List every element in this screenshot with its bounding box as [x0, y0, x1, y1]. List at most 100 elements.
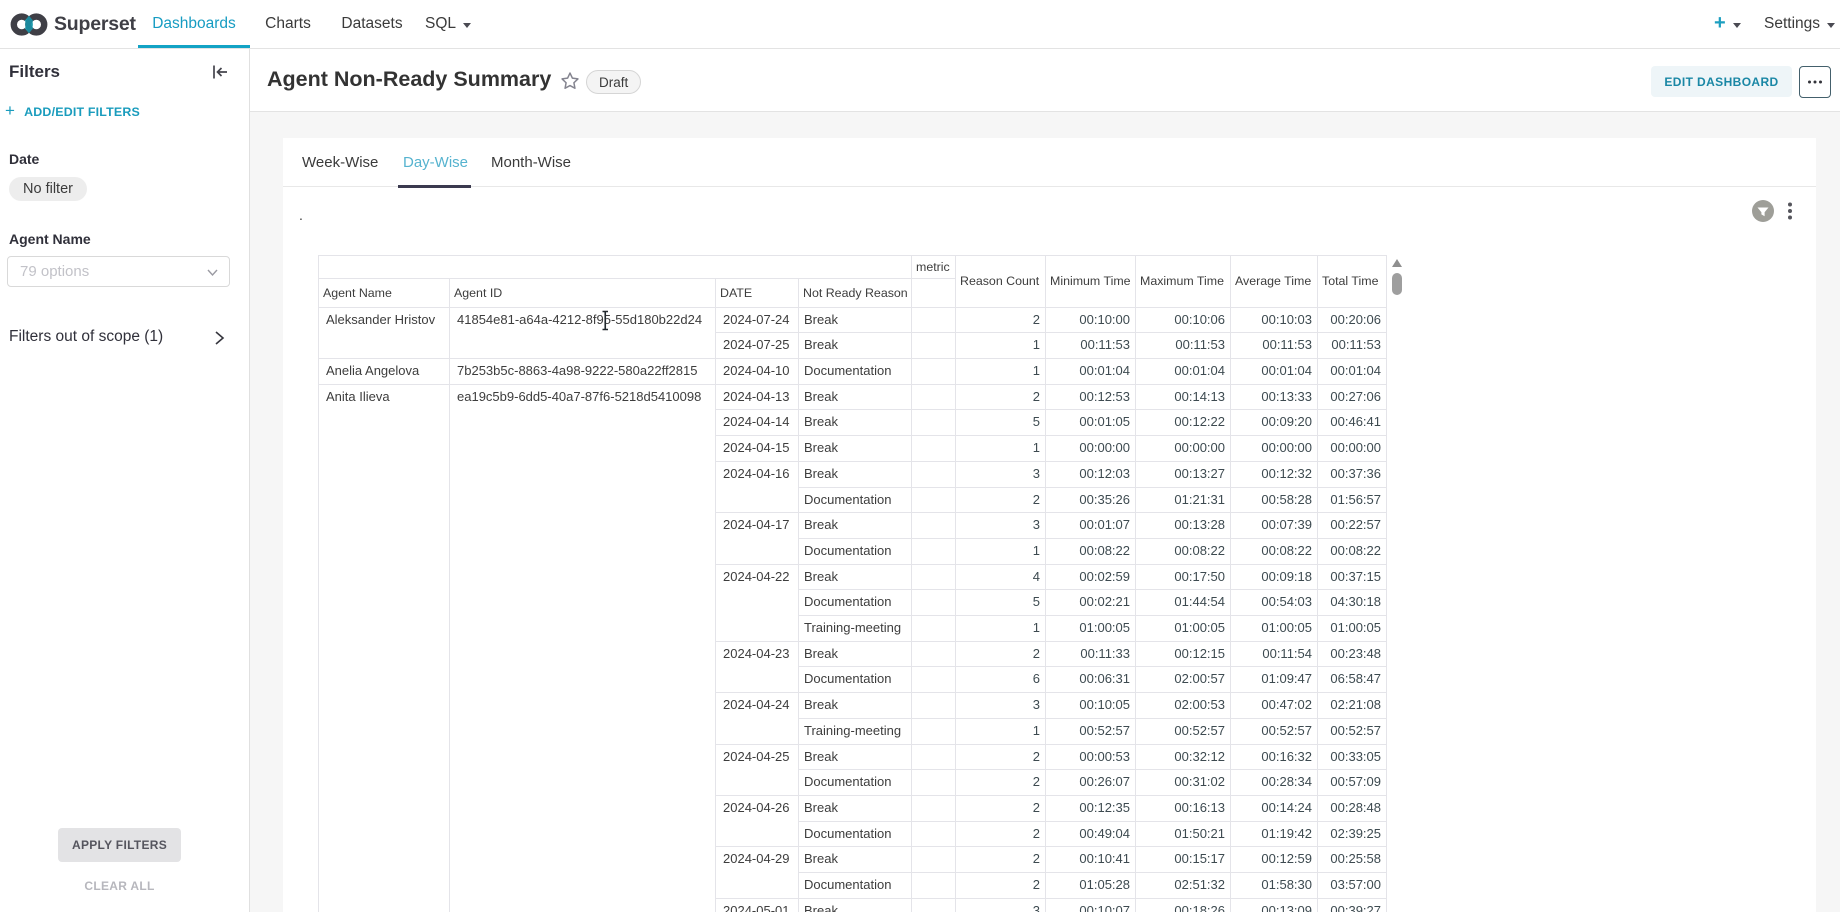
metric-value-cell: 00:07:39: [1231, 513, 1318, 539]
metric-value-cell: 01:00:05: [1318, 616, 1387, 642]
metric-spacer-cell: [912, 821, 956, 847]
metric-column-header: Minimum Time: [1046, 256, 1136, 308]
metric-value-cell: 3: [956, 461, 1046, 487]
clear-all-button[interactable]: CLEAR ALL: [0, 879, 239, 893]
favorite-star-icon[interactable]: [560, 71, 580, 91]
metric-value-cell: 00:57:09: [1318, 770, 1387, 796]
superset-logo[interactable]: Superset: [10, 8, 136, 40]
metric-value-cell: 00:08:22: [1136, 538, 1231, 564]
metric-value-cell: 2: [956, 847, 1046, 873]
metric-value-cell: 00:16:32: [1231, 744, 1318, 770]
metric-value-cell: 01:58:30: [1231, 873, 1318, 899]
metric-value-cell: 00:33:05: [1318, 744, 1387, 770]
metric-value-cell: 00:12:32: [1231, 461, 1318, 487]
add-edit-filters-label: ADD/EDIT FILTERS: [24, 105, 140, 119]
tab-day-wise[interactable]: Day-Wise: [403, 138, 468, 186]
add-edit-filters-button[interactable]: + ADD/EDIT FILTERS: [5, 103, 140, 121]
collapse-sidebar-icon[interactable]: [210, 62, 230, 82]
agent-id-cell: 7b253b5c-8863-4a98-9222-580a22ff2815: [450, 359, 716, 385]
nav-item-sql[interactable]: SQL: [417, 0, 479, 48]
date-cell: 2024-07-25: [716, 333, 799, 359]
metric-value-cell: 1: [956, 333, 1046, 359]
metric-value-cell: 3: [956, 693, 1046, 719]
metric-value-cell: 02:00:57: [1136, 667, 1231, 693]
date-cell: 2024-04-26: [716, 795, 799, 846]
metric-value-cell: 1: [956, 616, 1046, 642]
table-row: Aleksander Hristov41854e81-a64a-4212-8f9…: [319, 307, 1387, 333]
scrollbar-thumb[interactable]: [1392, 273, 1402, 295]
metric-value-cell: 00:00:53: [1046, 744, 1136, 770]
metric-value-cell: 2: [956, 873, 1046, 899]
tab-month-wise[interactable]: Month-Wise: [491, 138, 571, 186]
metric-value-cell: 01:00:05: [1136, 616, 1231, 642]
metric-value-cell: 03:57:00: [1318, 873, 1387, 899]
scrollbar-up-arrow[interactable]: [1392, 259, 1402, 267]
date-cell: 2024-04-29: [716, 847, 799, 898]
not-ready-reason-cell: Break: [799, 744, 912, 770]
agent-name-select[interactable]: 79 options: [7, 256, 230, 287]
date-cell: 2024-04-23: [716, 641, 799, 692]
nav-item-datasets[interactable]: Datasets: [327, 0, 417, 48]
metric-spacer-cell: [912, 795, 956, 821]
table-row: Anita Ilievaea19c5b9-6dd5-40a7-87f6-5218…: [319, 384, 1387, 410]
metric-value-cell: 00:08:22: [1231, 538, 1318, 564]
metric-spacer-cell: [912, 307, 956, 333]
filters-out-of-scope-toggle[interactable]: Filters out of scope (1): [0, 325, 249, 351]
metric-value-cell: 00:52:57: [1136, 718, 1231, 744]
plus-icon: +: [1714, 13, 1726, 33]
metric-column-header: Reason Count: [956, 256, 1046, 308]
chart-menu-kebab-icon[interactable]: [1785, 202, 1795, 220]
new-item-button[interactable]: +: [1714, 0, 1741, 48]
metric-value-cell: 00:22:57: [1318, 513, 1387, 539]
date-filter-value-chip[interactable]: No filter: [9, 177, 87, 201]
settings-menu[interactable]: Settings: [1764, 0, 1835, 48]
metric-value-cell: 2: [956, 384, 1046, 410]
not-ready-reason-cell: Documentation: [799, 487, 912, 513]
not-ready-reason-cell: Documentation: [799, 359, 912, 385]
dashboard-more-options-button[interactable]: [1799, 66, 1831, 98]
metric-value-cell: 3: [956, 513, 1046, 539]
metric-value-cell: 00:01:04: [1318, 359, 1387, 385]
select-placeholder: 79 options: [20, 263, 89, 280]
dashboard-body: Week-Wise Day-Wise Month-Wise . metricRe…: [250, 112, 1840, 912]
metric-value-cell: 00:08:22: [1318, 538, 1387, 564]
date-cell: 2024-04-16: [716, 461, 799, 512]
header-spacer-cell: [912, 279, 956, 308]
agent-name-cell: Anita Ilieva: [319, 384, 450, 912]
metric-spacer-cell: [912, 461, 956, 487]
metric-value-cell: 1: [956, 359, 1046, 385]
metric-value-cell: 00:25:58: [1318, 847, 1387, 873]
metric-value-cell: 00:09:18: [1231, 564, 1318, 590]
not-ready-reason-cell: Documentation: [799, 873, 912, 899]
edit-dashboard-button[interactable]: EDIT DASHBOARD: [1651, 66, 1792, 97]
metric-value-cell: 01:21:31: [1136, 487, 1231, 513]
metric-column-header: Total Time: [1318, 256, 1387, 308]
metric-value-cell: 00:37:36: [1318, 461, 1387, 487]
row-axis-header: DATE: [716, 279, 799, 308]
metric-value-cell: 2: [956, 795, 1046, 821]
nav-item-label: SQL: [425, 15, 456, 33]
metric-spacer-cell: [912, 564, 956, 590]
date-cell: 2024-04-14: [716, 410, 799, 436]
not-ready-reason-cell: Break: [799, 436, 912, 462]
tab-label: Day-Wise: [403, 154, 468, 171]
metric-value-cell: 06:58:47: [1318, 667, 1387, 693]
metric-value-cell: 00:00:00: [1231, 436, 1318, 462]
dashboard-header: Agent Non-Ready Summary Draft EDIT DASHB…: [250, 49, 1840, 112]
metric-value-cell: 00:11:53: [1231, 333, 1318, 359]
metric-value-cell: 2: [956, 487, 1046, 513]
metric-spacer-cell: [912, 410, 956, 436]
applied-filters-indicator-icon[interactable]: [1752, 200, 1774, 222]
tab-week-wise[interactable]: Week-Wise: [302, 138, 378, 186]
metric-spacer-cell: [912, 770, 956, 796]
metric-value-cell: 2: [956, 641, 1046, 667]
nav-item-dashboards[interactable]: Dashboards: [138, 0, 250, 48]
dashboard-title: Agent Non-Ready Summary: [267, 67, 551, 92]
apply-filters-button[interactable]: APPLY FILTERS: [58, 828, 181, 862]
metric-value-cell: 00:17:50: [1136, 564, 1231, 590]
metric-value-cell: 6: [956, 667, 1046, 693]
metric-value-cell: 00:13:27: [1136, 461, 1231, 487]
nav-item-charts[interactable]: Charts: [249, 0, 327, 48]
metric-spacer-cell: [912, 616, 956, 642]
metric-value-cell: 00:11:53: [1046, 333, 1136, 359]
